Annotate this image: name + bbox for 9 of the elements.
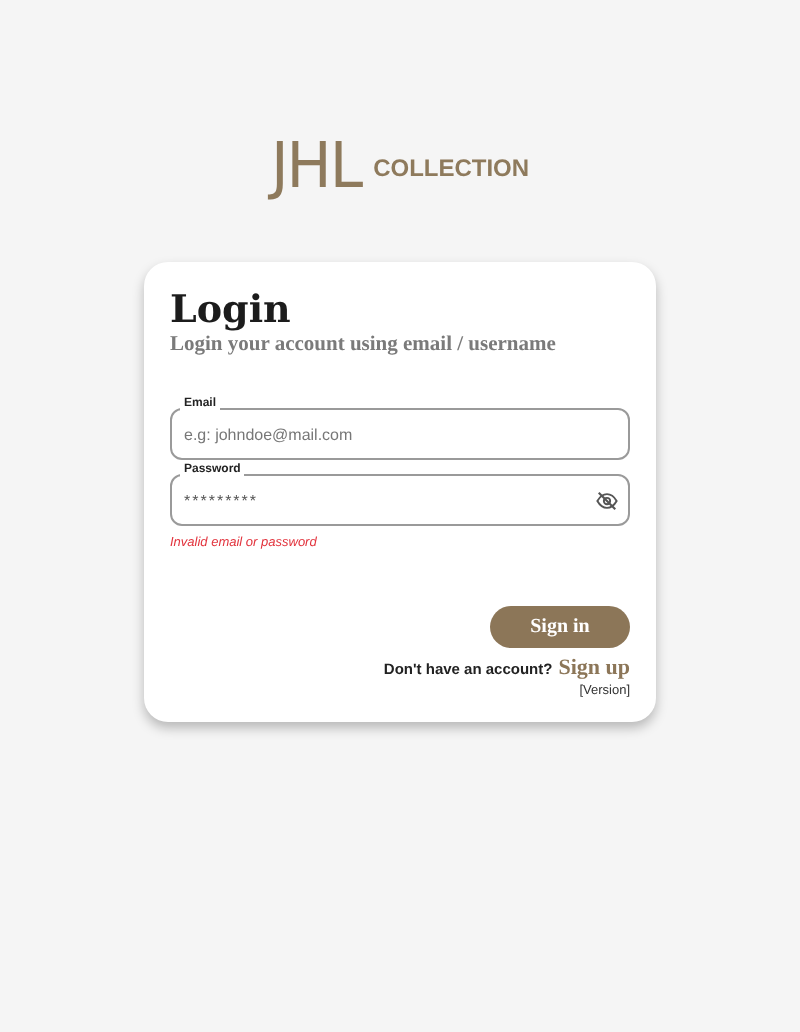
password-field[interactable]: ********* [170,474,630,526]
sign-up-link[interactable]: Sign up [558,656,630,680]
login-title: Login [170,286,293,334]
logo-mark: JHL [270,129,362,203]
sign-in-button[interactable]: Sign in [490,606,630,648]
eye-slash-icon[interactable] [596,489,618,511]
logo-wordmark: COLLECTION [373,154,530,182]
email-field[interactable]: e.g: johndoe@mail.com [170,408,630,460]
login-subtitle: Login your account using email / username [170,334,558,356]
